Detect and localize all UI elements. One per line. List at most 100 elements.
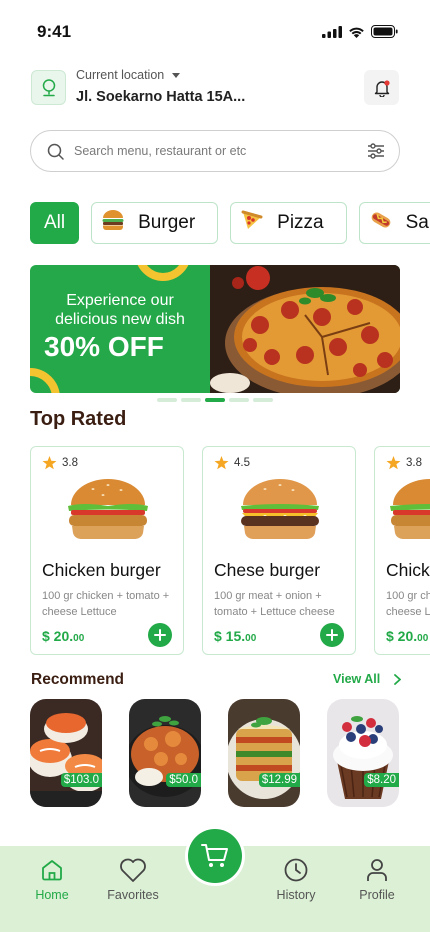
- bell-icon: [374, 79, 390, 97]
- nav-favorites[interactable]: Favorites: [98, 856, 168, 902]
- price-cents: 00: [73, 633, 85, 644]
- cart-icon: [201, 844, 228, 867]
- food-app-home: 9:41 Current location Jl. Soekarno Hatta…: [0, 0, 430, 932]
- price-badge: $50.0: [166, 773, 201, 787]
- add-to-cart-button[interactable]: [148, 623, 172, 647]
- location-label[interactable]: Current location: [76, 68, 181, 82]
- carousel-dot[interactable]: [253, 398, 273, 402]
- hotdog-icon: [368, 209, 394, 237]
- battery-icon: [371, 25, 398, 38]
- search-icon: [47, 143, 64, 160]
- clock-icon: [284, 858, 308, 882]
- category-label: Pizza: [277, 212, 324, 233]
- food-desc: 100 gr chicken + tomato + cheese Lettuce: [42, 590, 170, 618]
- location-value[interactable]: Jl. Soekarno Hatta 15A...: [76, 89, 245, 105]
- banner-decor-ring: [30, 368, 60, 393]
- plus-icon: [154, 629, 166, 641]
- promo-banner[interactable]: Experience our delicious new dish 30% OF…: [30, 265, 400, 393]
- food-card[interactable]: 3.8 Chicken burger 100 gr chicken + toma…: [374, 446, 430, 655]
- nav-profile[interactable]: Profile: [342, 856, 412, 902]
- burger-icon: [100, 209, 126, 237]
- nav-label: Home: [35, 888, 69, 902]
- recommend-title: Recommend: [31, 671, 125, 688]
- view-all-label: View All: [333, 672, 381, 686]
- notification-button[interactable]: [364, 70, 399, 105]
- rating-value: 3.8: [406, 457, 422, 469]
- carousel-dot[interactable]: [157, 398, 177, 402]
- food-desc: 100 gr meat + onion + tomato + Lettuce c…: [214, 590, 335, 618]
- banner-offer: 30% OFF: [44, 331, 164, 362]
- status-time: 9:41: [37, 22, 72, 41]
- rating: 3.8: [42, 456, 78, 470]
- price-badge: $103.0: [60, 773, 102, 787]
- chicken-burger-image: [390, 479, 430, 540]
- pizza-image: [210, 265, 400, 393]
- banner-line2: delicious new dish: [55, 311, 185, 328]
- category-all[interactable]: All: [30, 202, 80, 244]
- status-bar: 9:41: [0, 0, 430, 62]
- food-price: $ 20.00: [42, 628, 84, 644]
- star-icon: [42, 456, 57, 470]
- sushi-image: [30, 699, 102, 807]
- price-main: $ 15.: [214, 628, 246, 644]
- price-badge: $8.20: [364, 773, 399, 787]
- food-name: Chicken burger: [42, 560, 161, 580]
- signal-icon: [322, 25, 342, 38]
- recommend-item[interactable]: $103.0: [30, 699, 102, 807]
- caret-down-icon: [172, 72, 181, 78]
- category-sandwich[interactable]: San: [358, 202, 430, 244]
- status-icons: [322, 25, 398, 38]
- carousel-dot[interactable]: [229, 398, 249, 402]
- filter-icon[interactable]: [367, 143, 385, 159]
- food-card[interactable]: 4.5 Chese burger 100 gr meat + onion + t…: [202, 446, 356, 655]
- location-pin-button[interactable]: [31, 70, 66, 105]
- rating-value: 3.8: [62, 457, 78, 469]
- search-input[interactable]: [74, 144, 367, 158]
- star-icon: [214, 456, 229, 470]
- category-burger[interactable]: Burger: [91, 202, 219, 244]
- rating: 3.8: [386, 456, 422, 470]
- nav-label: Profile: [359, 888, 395, 902]
- rating: 4.5: [214, 456, 250, 470]
- banner-text: Experience our delicious new dish: [30, 291, 210, 329]
- recommend-item[interactable]: $12.99: [228, 699, 300, 807]
- food-card[interactable]: 3.8 Chicken burger 100 gr chicken + toma…: [30, 446, 184, 655]
- price-badge: $12.99: [258, 773, 300, 787]
- cupcake-image: [327, 699, 399, 807]
- price-main: $ 20.: [42, 628, 74, 644]
- carousel-dot-active[interactable]: [205, 398, 225, 402]
- price-main: $ 20.: [386, 628, 418, 644]
- star-icon: [386, 456, 401, 470]
- category-label: Burger: [138, 212, 196, 233]
- location-pin-icon: [42, 78, 55, 96]
- nav-home[interactable]: Home: [17, 856, 87, 902]
- category-label: San: [405, 212, 430, 233]
- food-price: $ 20.00: [386, 628, 428, 644]
- recommend-item[interactable]: $50.0: [129, 699, 201, 807]
- home-icon: [42, 860, 62, 881]
- curry-image: [129, 699, 201, 807]
- top-rated-list: 3.8 Chicken burger 100 gr chicken + toma…: [30, 446, 430, 655]
- category-label: All: [44, 212, 66, 233]
- location-label-text: Current location: [76, 68, 165, 82]
- nav-label: History: [276, 888, 316, 902]
- wifi-icon: [349, 27, 364, 38]
- view-all-link[interactable]: View All: [333, 672, 402, 686]
- recommend-item[interactable]: $8.20: [327, 699, 399, 807]
- rating-value: 4.5: [234, 457, 250, 469]
- food-name: Chese burger: [214, 560, 321, 580]
- cart-button[interactable]: [188, 829, 242, 883]
- nav-history[interactable]: History: [261, 856, 331, 902]
- pizza-icon: [239, 209, 265, 237]
- food-price: $ 15.00: [214, 628, 256, 644]
- add-to-cart-button[interactable]: [320, 623, 344, 647]
- lasagna-image: [228, 699, 300, 807]
- search-bar: [30, 130, 400, 172]
- carousel-dot[interactable]: [181, 398, 201, 402]
- user-icon: [367, 859, 387, 881]
- chevron-right-icon: [394, 673, 402, 685]
- price-cents: 00: [417, 633, 429, 644]
- banner-line1: Experience our: [66, 292, 174, 309]
- banner-decor-ring: [135, 265, 191, 281]
- category-pizza[interactable]: Pizza: [230, 202, 347, 244]
